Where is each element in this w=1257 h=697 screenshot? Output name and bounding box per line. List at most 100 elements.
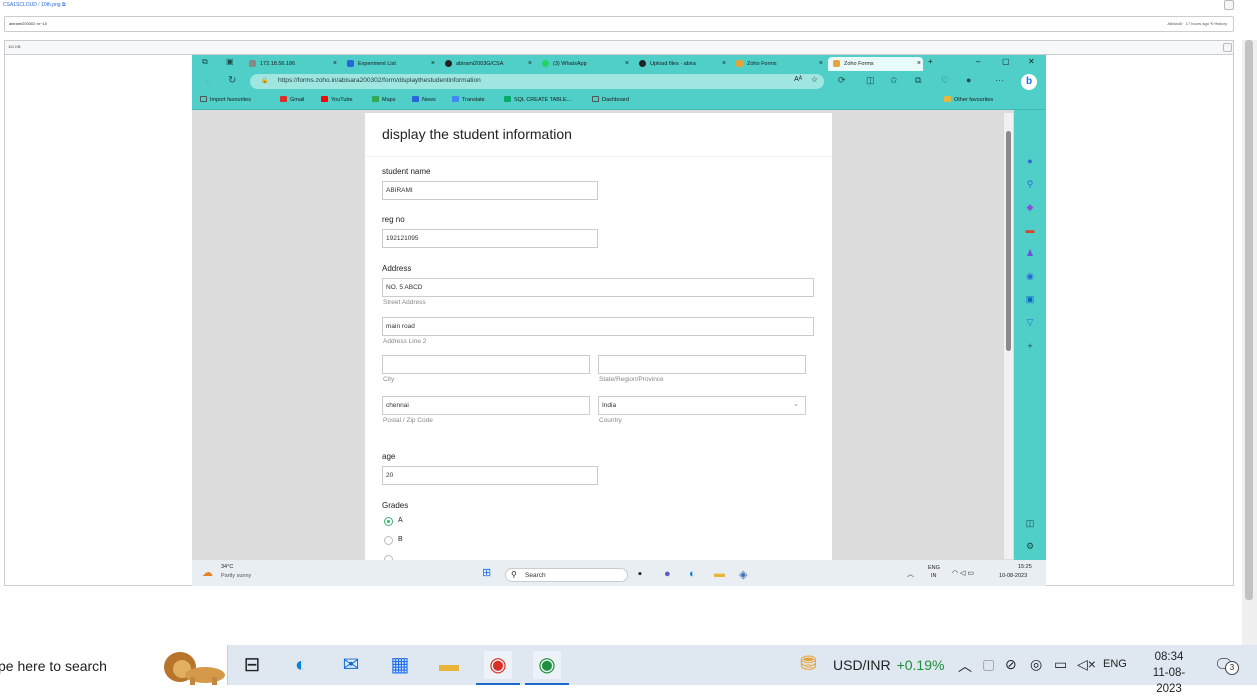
favorite-star-icon[interactable]: ☆ (811, 75, 818, 84)
add-icon[interactable]: + (1024, 341, 1036, 351)
read-aloud-icon[interactable]: Aᴬ (794, 76, 802, 83)
tab-experiment-list[interactable]: Experiment List × (342, 57, 437, 71)
close-icon: × (721, 60, 726, 67)
bookmark-news[interactable]: News (412, 96, 436, 103)
tools-icon[interactable]: ▬ (1024, 225, 1036, 235)
download-button[interactable] (1223, 43, 1232, 52)
shopping-icon[interactable]: ◆ (1024, 202, 1036, 213)
split-screen-icon[interactable]: ◫ (866, 75, 875, 86)
edge-icon[interactable]: ◐ (689, 568, 696, 580)
more-menu-icon[interactable]: ··· (995, 75, 1004, 85)
state-input[interactable] (598, 355, 806, 374)
profile-avatar-icon[interactable]: ● (966, 75, 971, 85)
collections-icon[interactable]: ⧉ (915, 75, 921, 86)
tab-actions-icon[interactable]: ▣ (226, 57, 234, 66)
bing-copilot-icon[interactable]: b (1021, 74, 1037, 90)
bookmark-import-favourites[interactable]: Import favourites (200, 96, 251, 103)
back-icon[interactable]: ← (204, 75, 214, 86)
bookmark-translate[interactable]: Translate (452, 96, 485, 103)
minimize-icon[interactable]: – (976, 57, 980, 66)
file-explorer-icon[interactable]: ▬ (714, 568, 725, 580)
language-indicator[interactable]: ENG (1103, 658, 1127, 670)
breadcrumb-repo[interactable]: CSA1SCLOUD (3, 2, 37, 8)
taskbar-search-text[interactable]: pe here to search (0, 658, 107, 674)
window-icon[interactable]: ▢ (982, 656, 995, 673)
postal-code-input[interactable]: chennai (382, 396, 590, 415)
new-tab-icon[interactable]: + (928, 57, 933, 66)
page-vertical-scrollbar[interactable] (1004, 113, 1013, 559)
age-input[interactable]: 20 (382, 466, 598, 485)
settings-gear-icon[interactable]: ⚙ (1024, 541, 1036, 552)
meet-now-icon[interactable]: ◎ (1030, 656, 1042, 673)
address-bar[interactable]: 🔒 https://forms.zoho.in/abisara200302/fo… (250, 74, 824, 89)
student-name-input[interactable]: ABIRAMI (382, 181, 598, 200)
tab-ip[interactable]: 172.18.56.186 × (244, 57, 339, 71)
address-line2-input[interactable]: main road (382, 317, 814, 336)
chrome-profile-m-icon[interactable]: ◉ (476, 651, 520, 685)
tab-github[interactable]: abirami2003G/CSA × (440, 57, 534, 71)
drop-icon[interactable]: ▽ (1024, 317, 1036, 328)
bell-icon[interactable]: ● (1024, 156, 1036, 166)
task-view-icon[interactable]: ▪ (638, 568, 642, 580)
currency-icon[interactable]: ⛃ (800, 651, 817, 676)
chat-icon[interactable]: ● (664, 568, 671, 580)
grade-b-radio[interactable] (384, 536, 393, 545)
street-address-input[interactable]: NO. 5 ABCD (382, 278, 814, 297)
maximize-icon[interactable]: ▢ (1002, 57, 1010, 66)
taskbar-search-box[interactable]: pe here to search (0, 645, 228, 685)
microsoft365-icon[interactable]: ◉ (1024, 271, 1036, 282)
commit-author[interactable]: abirami200302 rn~10 (9, 21, 47, 26)
games-icon[interactable]: ♟ (1024, 248, 1036, 259)
city-input[interactable] (382, 355, 590, 374)
weather-icon[interactable]: ☁ (202, 566, 213, 579)
bookmark-maps[interactable]: Maps (372, 96, 395, 103)
copy-path-icon[interactable]: ⧉ (62, 2, 66, 8)
volume-muted-icon[interactable]: ◁× (1077, 656, 1096, 673)
reg-no-input[interactable]: 192121095 (382, 229, 598, 248)
bookmark-dashboard[interactable]: Dashboard (592, 96, 629, 103)
history-link[interactable]: History (1215, 21, 1227, 26)
close-window-icon[interactable]: ✕ (1028, 57, 1035, 66)
currency-widget[interactable]: USD/INR +0.19% (833, 657, 944, 673)
bookmark-other-favourites[interactable]: Other favourites (944, 96, 993, 103)
tab-upload-files[interactable]: Upload files · abira × (634, 57, 728, 71)
display-icon[interactable]: ▭ (1054, 656, 1067, 673)
store-icon[interactable]: ▦ (386, 651, 414, 679)
bookmark-sql-create-table[interactable]: SQL CREATE TABLE... (504, 96, 571, 103)
lock-icon[interactable]: 🔒 (261, 77, 268, 84)
browser-essentials-icon[interactable]: ♡ (941, 75, 949, 86)
tray-chevron-icon[interactable]: ︿ (958, 656, 972, 676)
search-icon[interactable]: ⚲ (1024, 179, 1036, 190)
tray-chevron-icon[interactable]: ︿ (907, 569, 914, 579)
extensions-icon[interactable]: ⟳ (838, 75, 846, 86)
lion-search-highlight-icon[interactable] (150, 647, 226, 685)
chrome-profile-a-icon[interactable]: ◉ (525, 651, 569, 685)
url-text[interactable]: https://forms.zoho.in/abisara200302/form… (278, 77, 481, 84)
tab-zoho-forms[interactable]: Zoho Forms × (731, 57, 825, 71)
file-explorer-icon[interactable]: ▬ (435, 651, 463, 679)
start-icon[interactable]: ⊞ (482, 566, 491, 579)
country-select[interactable]: India ⌄ (598, 396, 806, 415)
virtualbox-icon[interactable]: ◈ (739, 568, 747, 581)
notification-icon[interactable]: 🗨 3 (1214, 655, 1239, 675)
wifi-icon[interactable]: ◠ ◁ ▭ (952, 569, 974, 577)
bookmark-youtube[interactable]: YouTube (321, 96, 353, 103)
workspaces-icon[interactable]: ⧉ (202, 57, 208, 67)
favorites-icon[interactable]: ✩ (890, 75, 898, 86)
inner-search-box[interactable]: ⚲ Search (505, 568, 628, 582)
mail-icon[interactable]: ✉ (337, 651, 365, 679)
network-off-icon[interactable]: ⊘ (1005, 656, 1017, 673)
grade-a-radio[interactable] (384, 517, 393, 526)
refresh-icon[interactable]: ↻ (228, 75, 236, 86)
edge-icon[interactable]: ◐ (287, 651, 315, 679)
more-options-button[interactable] (1224, 0, 1234, 10)
clock[interactable]: 08:34 11-08-2023 (1141, 649, 1197, 697)
sidebar-toggle-icon[interactable]: ◫ (1024, 518, 1036, 529)
outlook-icon[interactable]: ▣ (1024, 294, 1036, 305)
inner-lang[interactable]: ENG (928, 565, 940, 571)
page-scrollbar[interactable] (1242, 40, 1257, 645)
tab-zoho-forms-active[interactable]: Zoho Forms × (828, 57, 923, 71)
bookmark-gmail[interactable]: Gmail (280, 96, 304, 103)
tab-whatsapp[interactable]: (3) WhatsApp × (537, 57, 631, 71)
task-view-icon[interactable]: ⊟ (238, 651, 266, 679)
